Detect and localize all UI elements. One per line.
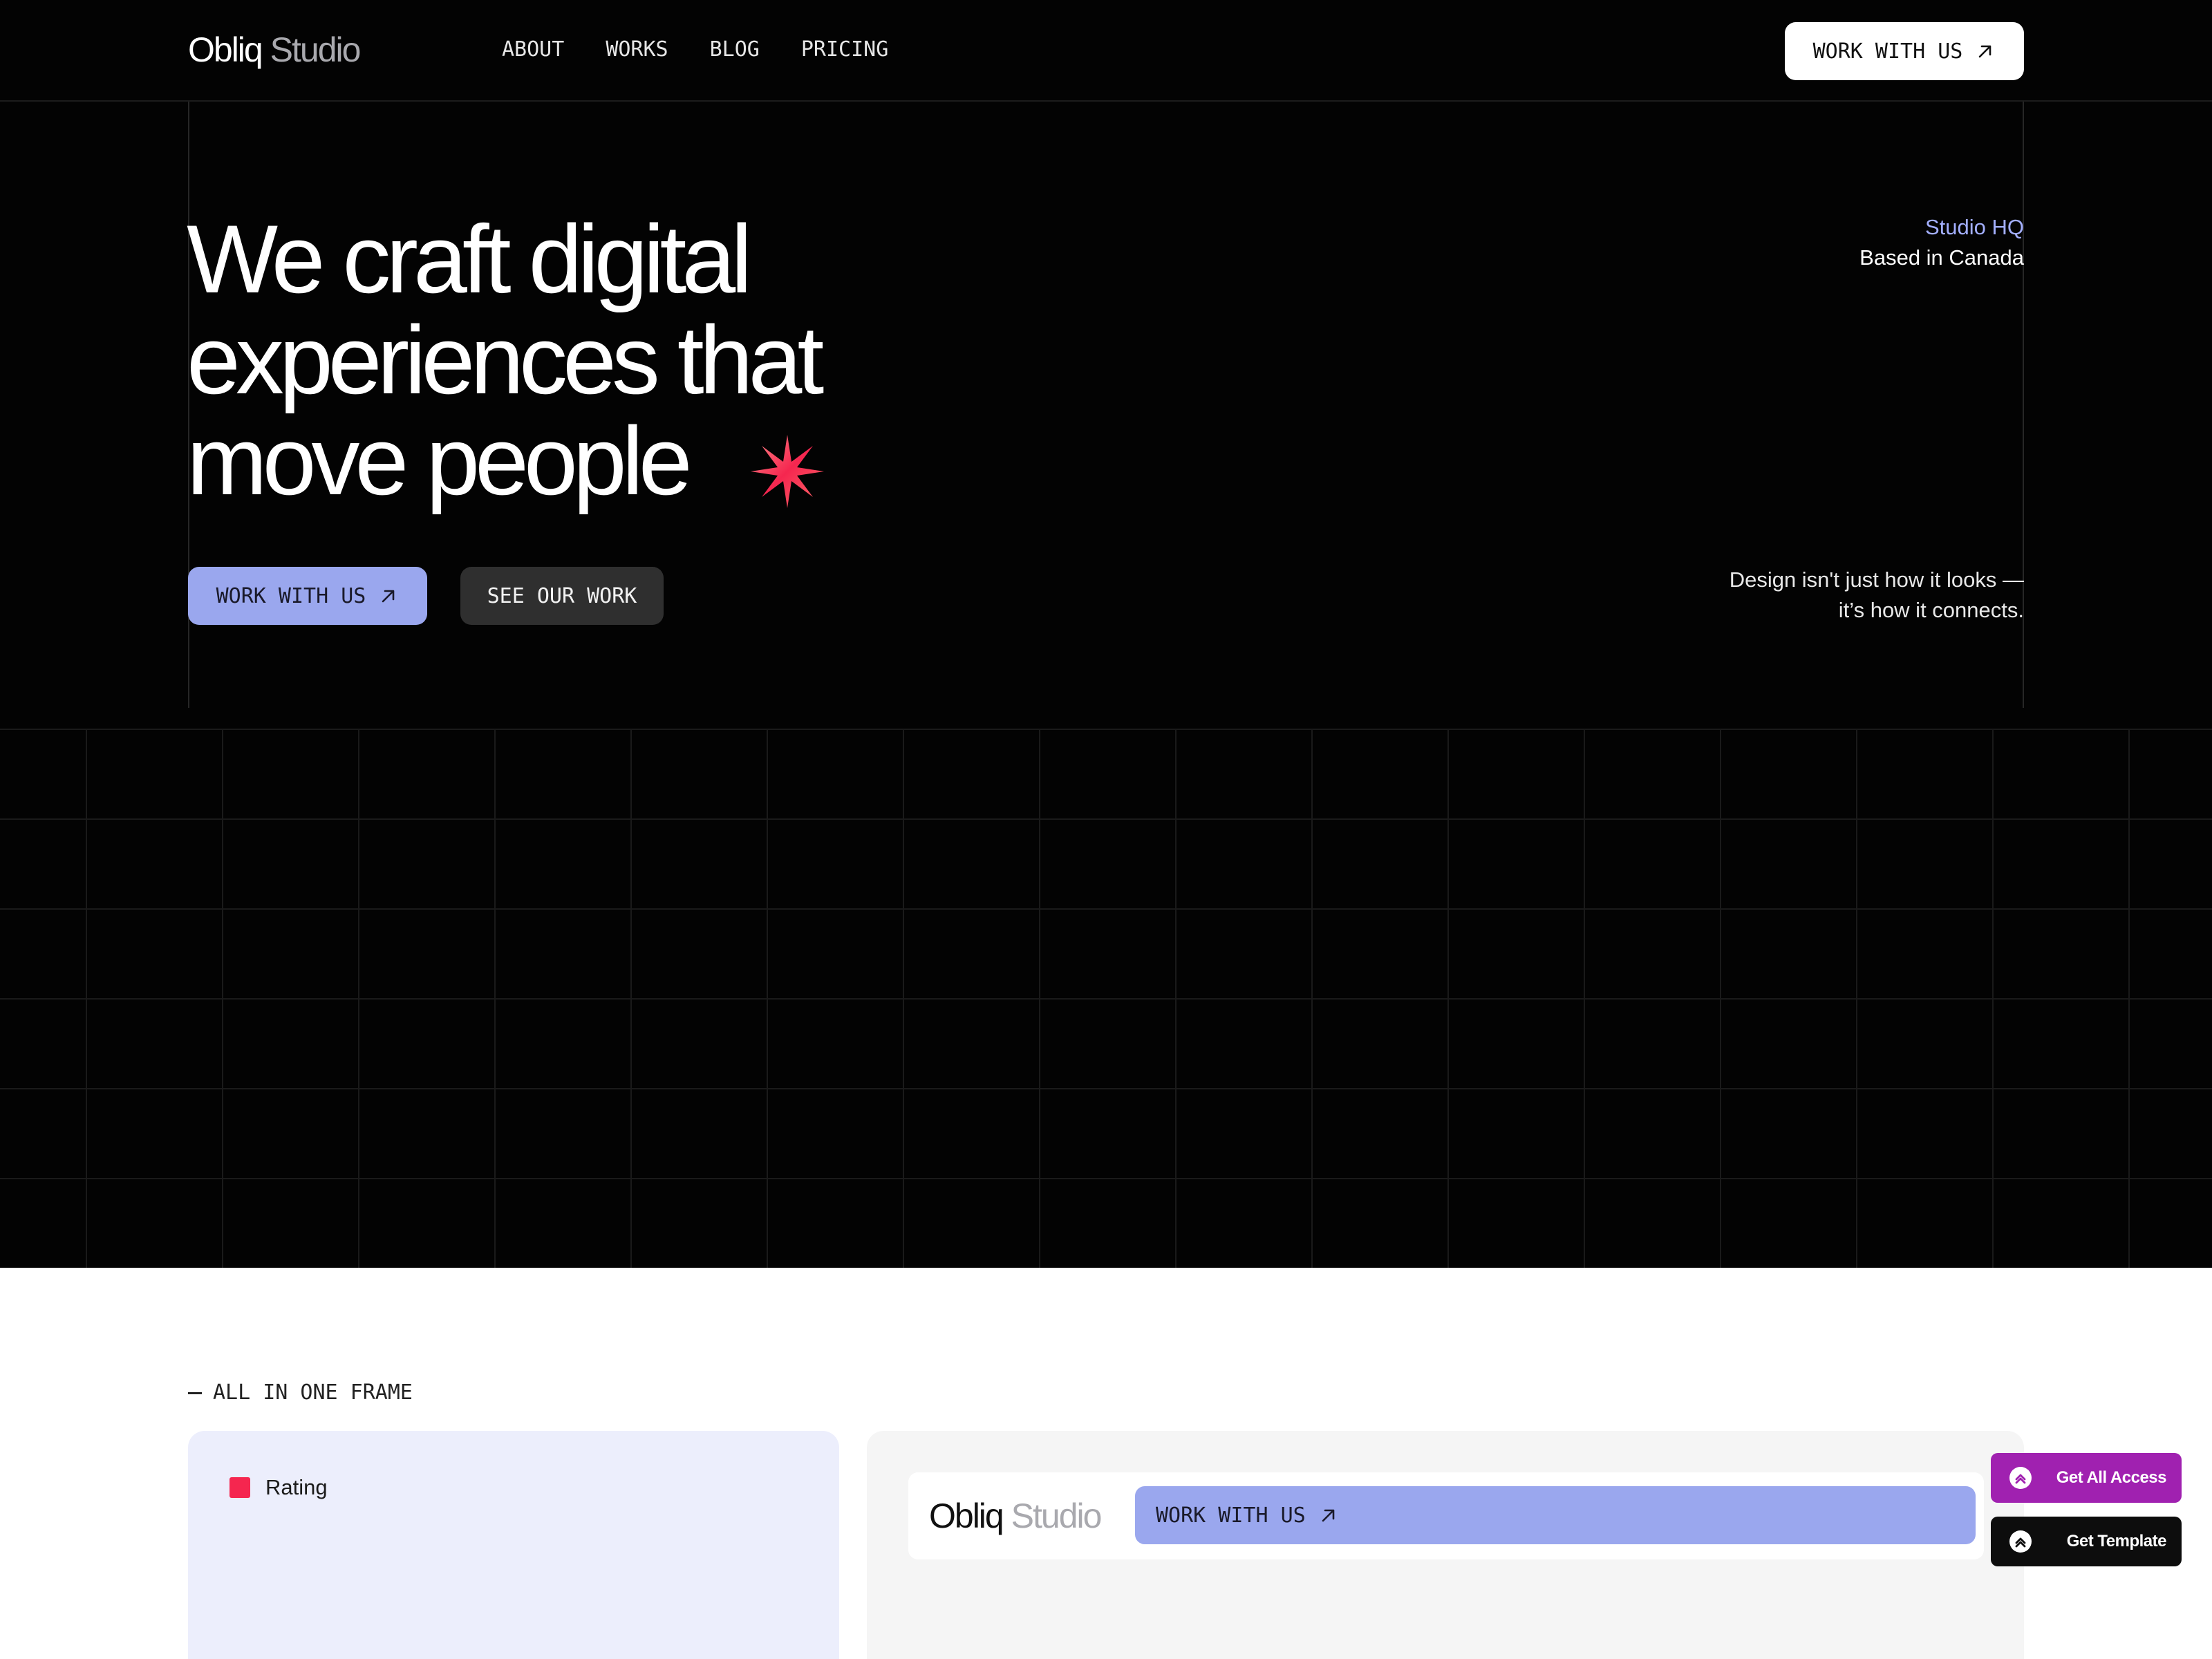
arrow-up-right-icon [378, 585, 399, 606]
preview-logo-word-2: Studio [1011, 1497, 1103, 1535]
hero-quote: Design isn't just how it looks — it’s ho… [1730, 565, 2024, 626]
nav-item-pricing[interactable]: PRICING [801, 36, 888, 64]
preview-logo-word-1: Obliq [929, 1497, 1004, 1535]
section-label-text: ALL IN ONE FRAME [213, 1380, 413, 1405]
section-label: ALL IN ONE FRAME [188, 1379, 413, 1407]
dash-icon [188, 1391, 202, 1394]
hero-headline: We craft digital experiences that move p… [187, 209, 1154, 512]
get-template-label: Get Template [2066, 1532, 2167, 1550]
nav-item-works[interactable]: WORKS [606, 36, 668, 64]
quote-line-1: Design isn't just how it looks — [1729, 568, 2024, 592]
main-nav: ABOUT WORKS BLOG PRICING [502, 36, 888, 64]
see-our-work-button[interactable]: SEE OUR WORK [460, 567, 664, 625]
headline-line-2: experiences that [187, 306, 824, 414]
logo-word-2: Studio [270, 30, 362, 69]
rating-swatch-icon [229, 1477, 250, 1498]
get-template-button[interactable]: Get Template [1991, 1517, 2182, 1566]
header-cta-label: WORK WITH US [1812, 39, 1963, 64]
nav-item-blog[interactable]: BLOG [710, 36, 760, 64]
rating-legend: Rating [229, 1475, 328, 1500]
nav-item-about[interactable]: ABOUT [502, 36, 564, 64]
hero-section: We craft digital experiences that move p… [0, 102, 2212, 1268]
rating-card: Rating [188, 1431, 839, 1659]
quote-line-2: it’s how it connects. [1838, 598, 2024, 622]
headline-line-1: We craft digital [187, 205, 752, 313]
preview-cta-label: WORK WITH US [1156, 1503, 1306, 1528]
framer-badge-icon [2009, 1466, 2032, 1490]
arrow-up-right-icon [1975, 41, 1996, 62]
logo-word-1: Obliq [188, 30, 263, 69]
framer-badge-icon [2009, 1530, 2032, 1553]
preview-navbar: Obliq Studio WORK WITH US [908, 1472, 1984, 1559]
preview-work-with-us-button[interactable]: WORK WITH US [1135, 1486, 1976, 1544]
headline-line-3: move people [187, 406, 693, 515]
hero-work-with-us-button[interactable]: WORK WITH US [188, 567, 427, 625]
rating-label: Rating [265, 1475, 328, 1499]
studio-hq-info: Studio HQ Based in Canada [1859, 212, 2024, 273]
header-work-with-us-button[interactable]: WORK WITH US [1785, 22, 2024, 80]
get-all-access-label: Get All Access [2056, 1468, 2167, 1487]
get-all-access-button[interactable]: Get All Access [1991, 1453, 2182, 1503]
hero-grid-background [0, 729, 2212, 1268]
hq-location: Based in Canada [1859, 245, 2024, 270]
page: Obliq Studio ABOUT WORKS BLOG PRICING WO… [0, 0, 2212, 1659]
preview-card: Obliq Studio WORK WITH US [867, 1431, 2024, 1659]
hero-primary-label: WORK WITH US [216, 583, 366, 608]
arrow-up-right-icon [1318, 1505, 1339, 1526]
preview-logo: Obliq Studio [929, 1493, 1103, 1539]
hero-secondary-label: SEE OUR WORK [487, 583, 637, 608]
eight-point-star-icon [749, 433, 825, 509]
logo[interactable]: Obliq Studio [188, 28, 362, 72]
site-header: Obliq Studio ABOUT WORKS BLOG PRICING WO… [0, 0, 2212, 102]
hq-title: Studio HQ [1924, 215, 2024, 239]
